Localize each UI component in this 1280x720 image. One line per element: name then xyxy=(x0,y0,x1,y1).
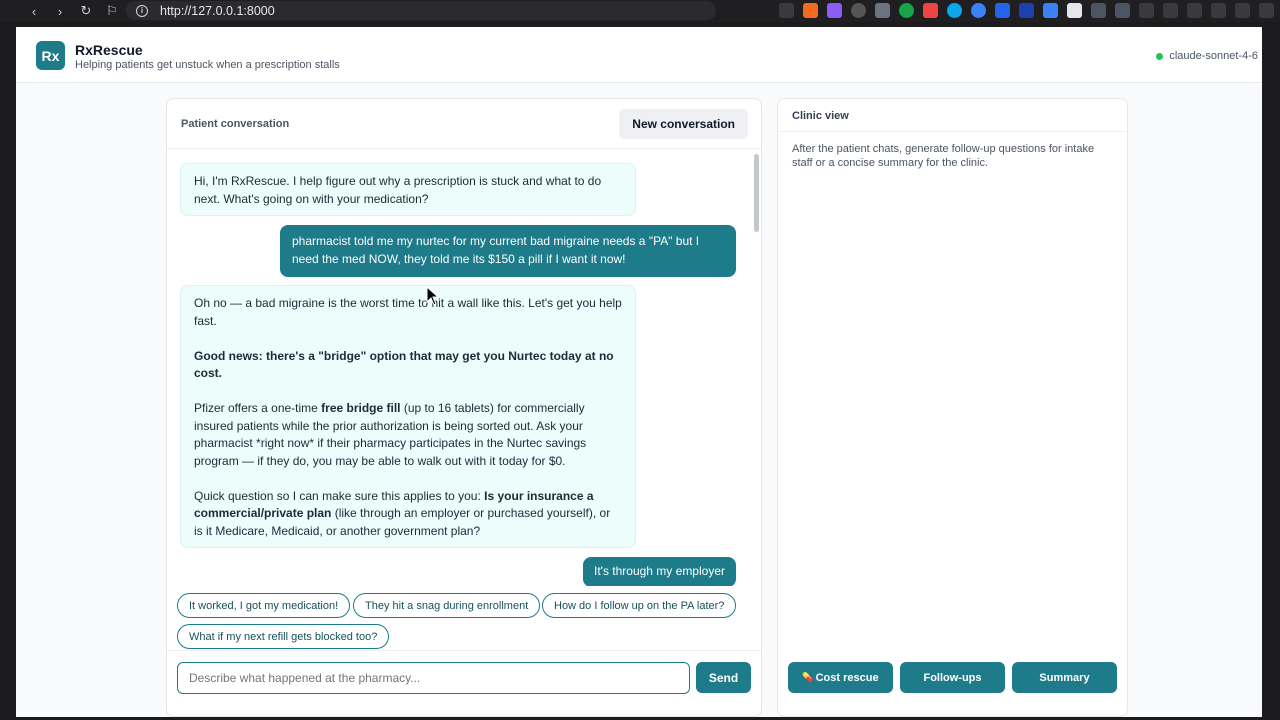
leo-ai-icon[interactable] xyxy=(1211,3,1226,18)
mouse-cursor-icon xyxy=(426,286,440,306)
assistant-message: Oh no — a bad migraine is the worst time… xyxy=(180,285,636,548)
forward-icon[interactable]: › xyxy=(52,4,68,19)
summary-button[interactable]: Summary xyxy=(1012,662,1117,693)
clinic-panel-title: Clinic view xyxy=(778,99,1127,132)
extension-icon[interactable] xyxy=(1067,3,1082,18)
message-text: Hi, I'm RxRescue. I help figure out why … xyxy=(194,174,602,206)
puzzle-icon[interactable] xyxy=(1091,3,1106,18)
quick-reply-chip[interactable]: They hit a snag during enrollment xyxy=(353,593,541,618)
vpn-icon[interactable] xyxy=(1235,3,1250,18)
send-button[interactable]: Send xyxy=(696,662,751,693)
url-text: http://127.0.0.1:8000 xyxy=(160,3,275,18)
reload-icon[interactable]: ↻ xyxy=(78,3,94,19)
clinic-description: After the patient chats, generate follow… xyxy=(792,143,1095,169)
address-bar[interactable]: i http://127.0.0.1:8000 xyxy=(126,1,716,20)
message-text: pharmacist told me my nurtec for my curr… xyxy=(292,234,700,266)
chat-header: Patient conversation New conversation xyxy=(167,99,761,149)
follow-ups-button[interactable]: Follow-ups xyxy=(900,662,1005,693)
extension-icon[interactable] xyxy=(899,3,914,18)
message-input[interactable] xyxy=(177,662,690,694)
quick-reply-chip[interactable]: It worked, I got my medication! xyxy=(177,593,351,618)
extension-icon[interactable] xyxy=(1019,3,1034,18)
screenshot-icon[interactable] xyxy=(1115,3,1130,18)
new-conversation-button[interactable]: New conversation xyxy=(619,109,748,139)
message-paragraph: Oh no — a bad migraine is the worst time… xyxy=(194,296,622,328)
message-text: Quick question so I can make sure this a… xyxy=(194,488,485,503)
status-dot-icon xyxy=(1156,52,1164,60)
menu-icon[interactable] xyxy=(1259,3,1274,18)
message-paragraph: Good news: there's a "bridge" option tha… xyxy=(194,348,622,383)
extension-icon[interactable] xyxy=(971,3,986,18)
bold-text: Good news: there's a "bridge" option tha… xyxy=(194,348,614,381)
browser-nav: ‹ › ↻ ⚐ xyxy=(0,3,120,19)
patient-conversation-panel: Patient conversation New conversation Hi… xyxy=(166,98,762,717)
app-logo: Rx xyxy=(36,41,65,70)
cost-rescue-button[interactable]: 💊 Cost rescue xyxy=(788,662,893,693)
message-text: It's through my employer xyxy=(593,564,725,578)
user-message: It's through my employer xyxy=(582,557,736,586)
extensions-bar xyxy=(779,3,1274,18)
brave-shield-icon[interactable] xyxy=(803,3,818,18)
chat-panel-title: Patient conversation xyxy=(181,118,290,130)
user-message: pharmacist told me my nurtec for my curr… xyxy=(280,225,736,277)
message-list[interactable]: Hi, I'm RxRescue. I help figure out why … xyxy=(167,150,761,586)
extension-icon[interactable] xyxy=(995,3,1010,18)
model-status: claude-sonnet-4-6 xyxy=(1156,50,1258,62)
quick-reply-chip[interactable]: What if my next refill gets blocked too? xyxy=(177,624,390,649)
app-subtitle: Helping patients get unstuck when a pres… xyxy=(75,59,340,71)
message-text: Pfizer offers a one-time xyxy=(194,401,322,415)
extension-icon[interactable] xyxy=(923,3,938,18)
app-root: Rx RxRescue Helping patients get unstuck… xyxy=(16,27,1262,717)
clinic-view-panel: Clinic view After the patient chats, gen… xyxy=(777,98,1128,717)
site-info-icon[interactable]: i xyxy=(136,4,148,17)
model-name: claude-sonnet-4-6 xyxy=(1169,50,1258,62)
share-icon[interactable] xyxy=(779,3,794,18)
message-paragraph: Quick question so I can make sure this a… xyxy=(194,488,622,541)
app-title: RxRescue xyxy=(75,42,143,58)
extension-icon[interactable] xyxy=(947,3,962,18)
extension-icon[interactable] xyxy=(875,3,890,18)
extension-icon[interactable] xyxy=(851,3,866,18)
assistant-message: Hi, I'm RxRescue. I help figure out why … xyxy=(180,163,636,216)
extension-icon[interactable] xyxy=(1043,3,1058,18)
browser-toolbar: ‹ › ↻ ⚐ i http://127.0.0.1:8000 xyxy=(0,0,1280,22)
clinic-actions: 💊 Cost rescue Follow-ups Summary xyxy=(788,662,1118,693)
download-icon[interactable] xyxy=(1139,3,1154,18)
bold-text: free bridge fill xyxy=(321,401,401,415)
message-scrollbar-thumb[interactable] xyxy=(754,154,759,232)
quick-reply-chip[interactable]: How do I follow up on the PA later? xyxy=(542,593,737,618)
brave-rewards-icon[interactable] xyxy=(827,3,842,18)
wallet-icon[interactable] xyxy=(1187,3,1202,18)
cost-rescue-label: Cost rescue xyxy=(815,671,879,684)
back-icon[interactable]: ‹ xyxy=(26,4,42,19)
pill-icon: 💊 xyxy=(802,672,814,682)
bookmark-icon[interactable]: ⚐ xyxy=(104,3,120,19)
sidebar-icon[interactable] xyxy=(1163,3,1178,18)
app-header: Rx RxRescue Helping patients get unstuck… xyxy=(16,27,1262,83)
message-composer: Send xyxy=(167,650,761,716)
message-paragraph: Pfizer offers a one-time free bridge fil… xyxy=(194,400,622,470)
